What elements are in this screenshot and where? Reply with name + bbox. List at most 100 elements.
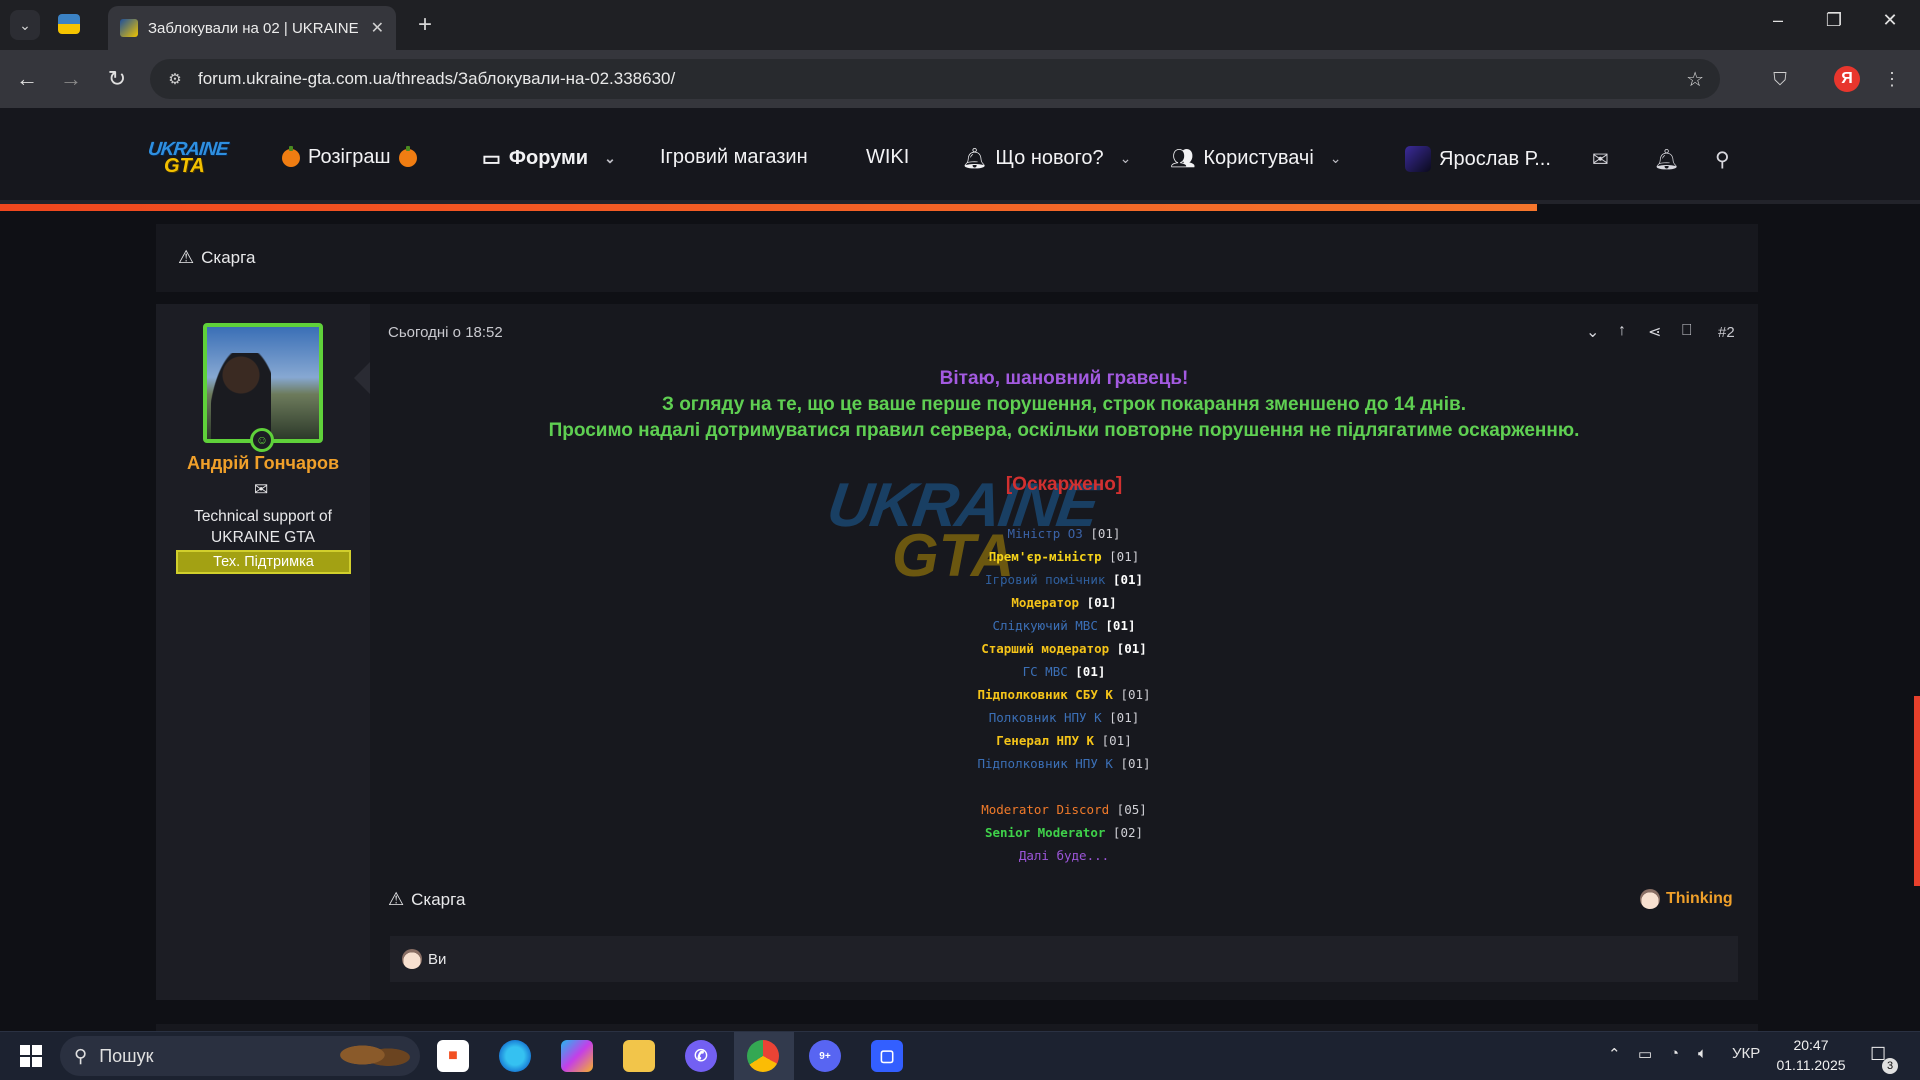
nav-wiki[interactable]: WIKI (866, 146, 909, 169)
role-name: Підполковник НПУ К (977, 756, 1113, 771)
taskbar-search-label: Пошук (99, 1045, 154, 1066)
author-name[interactable]: Андрій Гончаров (156, 453, 370, 474)
nav-giveaway[interactable]: Розіграш (282, 145, 417, 169)
report-link-prev[interactable]: ⚠ Скарга (178, 247, 255, 268)
chevron-down-icon[interactable]: ⌄ (1330, 150, 1342, 167)
role-name: Прем'єр-міністр (988, 549, 1102, 564)
role-line: Модератор [01] (370, 591, 1758, 614)
role-line: Прем'єр-міністр [01] (370, 545, 1758, 568)
role-name: Moderator Discord (981, 802, 1110, 817)
nav-shop[interactable]: Ігровий магазин (660, 146, 808, 169)
tray-overflow-icon[interactable]: ⌃ (1608, 1045, 1621, 1063)
notification-count: 3 (1882, 1058, 1898, 1074)
discord-icon[interactable]: 9+ (809, 1040, 841, 1072)
roblox-icon[interactable]: ▢ (871, 1040, 903, 1072)
reaction-button[interactable]: Thinking (1640, 889, 1733, 909)
role-name: Старший модератор (981, 641, 1110, 656)
warning-icon: ⚠ (388, 889, 405, 909)
alerts-bell-icon[interactable]: 🔔︎ (1654, 147, 1679, 172)
role-count: [02] (1112, 825, 1144, 840)
signature-roles-list: Міністр ОЗ [01] Прем'єр-міністр [01] Ігров… (370, 522, 1758, 867)
tab-title: Заблокували на 02 | UKRAINE GTA (148, 19, 361, 37)
role-name: Полковник НПУ К (988, 710, 1102, 725)
edge-icon[interactable] (499, 1040, 531, 1072)
nav-whats-new[interactable]: 🔔︎ Що нового? ⌄ (962, 146, 1131, 171)
account-avatar (1405, 146, 1431, 172)
profile-avatar[interactable]: Я (1834, 66, 1860, 92)
new-tab-button[interactable]: + (410, 10, 440, 40)
page-progress-bar (0, 204, 1537, 211)
role-line: Підполковник СБУ К [01] (370, 683, 1758, 706)
role-line: Підполковник НПУ К [01] (370, 752, 1758, 775)
bookmark-icon[interactable]: ⎕ (1682, 322, 1692, 340)
bookmark-star-icon[interactable]: ☆ (1686, 67, 1704, 92)
role-name: Далі буде... (1018, 848, 1110, 863)
inbox-icon[interactable]: ✉ (1592, 147, 1609, 172)
tab-close-icon[interactable]: ✕ (371, 18, 384, 38)
forward-button[interactable]: → (56, 64, 86, 94)
share-icon[interactable]: ⋖ (1648, 322, 1661, 342)
omnibox[interactable]: ⚙ forum.ukraine-gta.com.ua/threads/Забло… (150, 59, 1720, 99)
scrollbar-thumb[interactable] (1914, 696, 1920, 886)
volume-icon[interactable]: 🔈︎ (1698, 1045, 1707, 1062)
post-date[interactable]: Сьогодні о 18:52 (388, 324, 503, 341)
nav-account[interactable]: Ярослав Р... (1405, 146, 1551, 172)
file-explorer-icon[interactable] (623, 1040, 655, 1072)
role-name: Модератор (1011, 595, 1080, 610)
url-text[interactable]: forum.ukraine-gta.com.ua/threads/Заблоку… (198, 69, 675, 89)
windows-start-icon[interactable] (20, 1045, 42, 1067)
nav-users-label: Користувачі (1203, 147, 1314, 169)
back-button[interactable]: ← (12, 64, 42, 94)
post-number[interactable]: #2 (1718, 324, 1735, 341)
restore-button[interactable]: ❐ (1814, 10, 1854, 31)
wifi-icon[interactable]: ◔ (1670, 1045, 1679, 1062)
role-count: [01] (1086, 595, 1117, 610)
reload-button[interactable]: ↻ (102, 64, 132, 94)
thinking-emoji-icon (1640, 889, 1660, 909)
role-count: [01] (1120, 687, 1151, 702)
microsoft-store-icon[interactable]: ■ (437, 1040, 469, 1072)
author-title: Technical support of UKRAINE GTA (194, 508, 332, 546)
role-line: Далі буде... (370, 844, 1758, 867)
nav-giveaway-label: Розіграш (308, 146, 391, 168)
battery-icon[interactable]: ▭ (1638, 1045, 1652, 1063)
chevron-down-icon[interactable]: ⌄ (1120, 150, 1132, 167)
nav-users[interactable]: 👥︎ Користувачі ⌄ (1170, 146, 1342, 171)
incognito-icon[interactable]: ⛉ (1766, 65, 1794, 93)
role-count: [01] (1109, 549, 1140, 564)
report-link[interactable]: ⚠ Скарга (388, 889, 465, 910)
reactions-summary[interactable]: Ви (390, 936, 1738, 982)
close-window-button[interactable]: ✕ (1870, 10, 1910, 31)
role-name: Senior Moderator (984, 825, 1106, 840)
arrow-up-icon[interactable]: ↑ (1618, 322, 1626, 340)
envelope-icon[interactable]: ✉ (254, 480, 268, 500)
reacted-by[interactable]: Ви (428, 951, 446, 968)
menu-kebab-icon[interactable]: ⋮ (1878, 65, 1906, 93)
chevron-down-icon[interactable]: ⌄ (604, 150, 616, 167)
nav-forums[interactable]: ▭ Форуми ⌄ (482, 146, 616, 171)
role-count: [01] (1075, 664, 1106, 679)
active-tab[interactable]: Заблокували на 02 | UKRAINE GTA ✕ (108, 6, 396, 50)
copilot-icon[interactable] (561, 1040, 593, 1072)
pinned-tab-favicon[interactable] (58, 14, 80, 34)
bell-outline-icon: 🔔︎ (962, 148, 988, 170)
clock[interactable]: 20:47 01.11.2025 (1766, 1035, 1856, 1075)
chrome-icon[interactable] (747, 1040, 779, 1072)
greeting-text: Вітаю, шановний гравець! (939, 368, 1189, 389)
minimize-button[interactable]: – (1758, 10, 1798, 31)
author-avatar[interactable] (203, 323, 323, 443)
search-icon[interactable]: ⚲ (1715, 147, 1730, 172)
report-label: Скарга (411, 889, 466, 909)
react-chevron-icon[interactable]: ⌄ (1586, 322, 1599, 342)
viber-icon[interactable]: ✆ (685, 1040, 717, 1072)
nav-forums-label: Форуми (508, 147, 589, 169)
author-badge: Тех. Підтримка (176, 550, 351, 574)
tab-search-button[interactable]: ⌄ (10, 10, 40, 40)
role-count: [01] (1105, 618, 1136, 633)
language-indicator[interactable]: УКР (1732, 1045, 1760, 1062)
site-info-icon[interactable]: ⚙ (164, 68, 186, 90)
site-logo[interactable]: UKRAINE GTA (147, 139, 229, 183)
role-count: [01] (1090, 526, 1121, 541)
role-name: Генерал НПУ К (996, 733, 1095, 748)
role-count: [01] (1112, 572, 1144, 587)
